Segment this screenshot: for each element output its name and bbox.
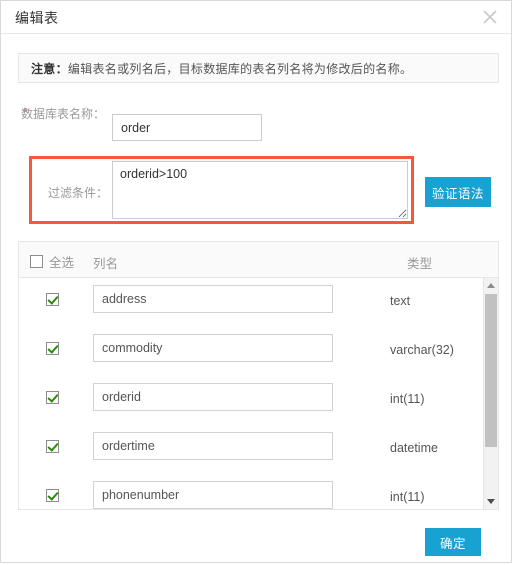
- table-row: int(11): [19, 376, 498, 425]
- row-checkbox[interactable]: [46, 440, 59, 454]
- notice-text: 注意：编辑表名或列名后，目标数据库的表名列名将为修改后的名称。: [19, 60, 412, 77]
- table-row: datetime: [19, 425, 498, 474]
- select-all-control[interactable]: 全选: [30, 252, 74, 271]
- column-name-input[interactable]: [93, 432, 333, 460]
- table-row: varchar(32): [19, 327, 498, 376]
- column-name-input[interactable]: [93, 334, 333, 362]
- column-name-input[interactable]: [93, 383, 333, 411]
- triangle-down-icon[interactable]: [484, 494, 498, 509]
- column-type-value: datetime: [390, 441, 438, 455]
- dialog-header: 编辑表: [1, 1, 511, 34]
- columns-list: text varchar(32) int(11) datetime int(11): [19, 278, 498, 509]
- table-name-input[interactable]: [112, 114, 262, 141]
- row-checkbox[interactable]: [46, 391, 59, 405]
- column-type-value: text: [390, 294, 411, 308]
- column-name-input[interactable]: [93, 285, 333, 313]
- column-type-value: int(11): [390, 490, 425, 504]
- column-name-header: 列名: [93, 257, 119, 271]
- row-checkbox[interactable]: [46, 293, 59, 307]
- validate-syntax-button[interactable]: 验证语法: [425, 177, 491, 207]
- dialog-title: 编辑表: [15, 10, 59, 26]
- close-icon[interactable]: [478, 5, 502, 29]
- scrollbar-thumb[interactable]: [485, 294, 497, 447]
- column-type-header: 类型: [407, 257, 433, 271]
- select-all-checkbox[interactable]: [30, 255, 43, 268]
- row-checkbox[interactable]: [46, 489, 59, 503]
- filter-condition-textarea[interactable]: orderid>100: [112, 161, 408, 219]
- notice-banner: 注意：编辑表名或列名后，目标数据库的表名列名将为修改后的名称。: [18, 53, 499, 83]
- confirm-button[interactable]: 确定: [425, 528, 481, 556]
- columns-scrollbar[interactable]: [483, 278, 498, 509]
- notice-prefix: 注意：: [31, 61, 68, 76]
- select-all-label: 全选: [49, 256, 75, 270]
- column-type-value: int(11): [390, 392, 425, 406]
- columns-panel: 全选 列名 类型 text varchar(32) int(11) datetime i…: [18, 241, 499, 510]
- row-checkbox[interactable]: [46, 342, 59, 356]
- triangle-up-icon[interactable]: [484, 278, 498, 293]
- column-type-value: varchar(32): [390, 343, 454, 357]
- table-name-label: 数据库表名称：: [20, 107, 105, 121]
- filter-condition-label: 过滤条件：: [47, 186, 108, 200]
- columns-header-row: 全选 列名 类型: [19, 242, 498, 278]
- table-row: int(11): [19, 474, 498, 509]
- edit-table-dialog: 编辑表 注意：编辑表名或列名后，目标数据库的表名列名将为修改后的名称。 * 数据…: [0, 0, 512, 563]
- table-row: text: [19, 278, 498, 327]
- notice-body: 编辑表名或列名后，目标数据库的表名列名将为修改后的名称。: [67, 61, 413, 76]
- column-name-input[interactable]: [93, 481, 333, 509]
